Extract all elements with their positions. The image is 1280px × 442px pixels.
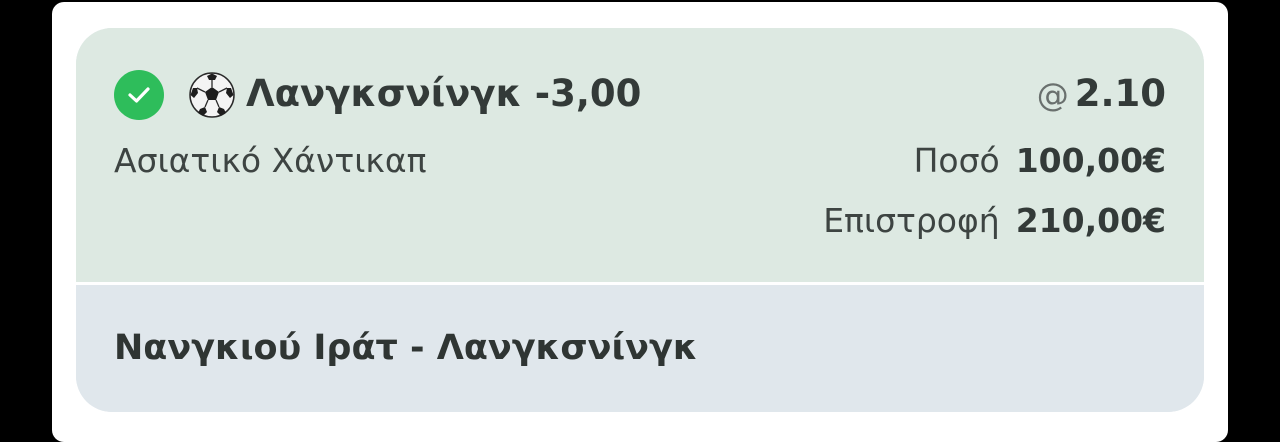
stake-value: 100,00€ xyxy=(1015,141,1166,180)
stake-label: Ποσό xyxy=(913,141,1000,180)
odds-prefix: @ xyxy=(1036,76,1069,114)
stake-row: Ποσό 100,00€ xyxy=(914,138,1166,184)
odds-value: 2.10 xyxy=(1074,72,1166,115)
return-label: Επιστροφή xyxy=(823,201,1000,240)
event-name[interactable]: Νανγκιού Ιράτ - Λανγκσνίνγκ xyxy=(114,323,698,373)
check-icon xyxy=(114,70,164,120)
return-row: Επιστροφή 210,00€ xyxy=(823,198,1166,244)
soccer-ball-icon xyxy=(189,72,235,118)
return-value: 210,00€ xyxy=(1015,201,1166,240)
bet-selection: Λανγκσνίνγκ -3,00 xyxy=(246,72,642,115)
bet-card[interactable]: Λανγκσνίνγκ -3,00 @ 2.10 Ασιατικό Χάντικ… xyxy=(76,28,1204,412)
odds: @ 2.10 xyxy=(1037,68,1166,121)
market-type: Ασιατικό Χάντικαπ xyxy=(114,141,427,180)
